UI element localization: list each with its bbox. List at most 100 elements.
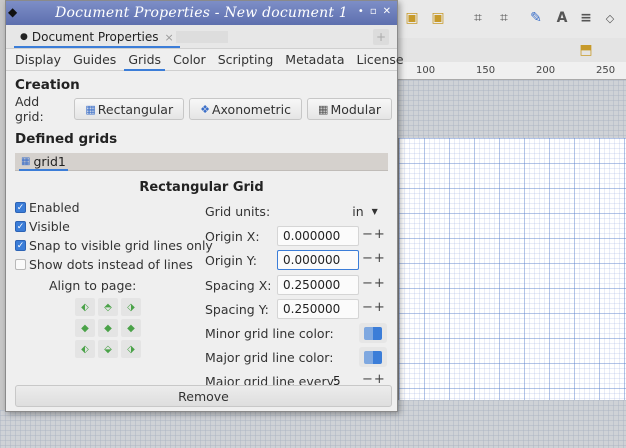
axonometric-grid-icon: ❖ <box>200 102 210 116</box>
rectangular-grid-icon: ▦ <box>21 155 31 167</box>
window-title: Document Properties - New document 1 <box>55 5 348 21</box>
canvas-commands-bar: ⬒ <box>398 38 626 62</box>
origin-y-stepper[interactable]: −+ <box>362 251 386 266</box>
tab-display[interactable]: Display <box>11 49 65 71</box>
dock-tab-bar: ● Document Properties × + <box>6 25 397 49</box>
snap-visible-checkbox[interactable]: ✓ Snap to visible grid lines only <box>15 238 213 253</box>
spacing-y-label: Spacing Y: <box>205 302 269 317</box>
align-top-center-icon[interactable]: ⬘ <box>98 298 118 316</box>
dock-tab-document-properties[interactable]: ● Document Properties × <box>14 28 180 48</box>
add-grid-label: Add grid: <box>15 94 44 124</box>
align-center-icon[interactable]: ◆ <box>98 319 118 337</box>
ruler-label: 150 <box>476 65 496 76</box>
show-dots-checkbox[interactable]: Show dots instead of lines <box>15 257 193 272</box>
snap-bbox-icon[interactable]: ⌗ <box>468 8 488 28</box>
dock-menu-icon[interactable]: + <box>373 29 389 45</box>
visible-checkbox[interactable]: ✓ Visible <box>15 219 70 234</box>
align-top-right-icon[interactable]: ⬗ <box>121 298 141 316</box>
origin-x-stepper[interactable]: −+ <box>362 227 386 242</box>
tab-color[interactable]: Color <box>169 49 210 71</box>
dock-tab-label: Document Properties <box>31 30 159 44</box>
snap-nodes-icon[interactable]: ⌗ <box>494 8 514 28</box>
lock-icon[interactable]: ⬒ <box>576 40 596 60</box>
enabled-checkbox[interactable]: ✓ Enabled <box>15 200 80 215</box>
origin-x-label: Origin X: <box>205 229 260 244</box>
spacing-y-stepper[interactable]: −+ <box>362 300 386 315</box>
close-icon[interactable]: ✕ <box>383 6 391 17</box>
major-color-label: Major grid line color: <box>205 350 334 365</box>
defined-grids-tabstrip: ▦ grid1 <box>15 153 388 171</box>
rectangular-grid-heading: Rectangular Grid <box>139 180 264 195</box>
properties-tabs: Display Guides Grids Color Scripting Met… <box>6 49 404 71</box>
xml-icon[interactable]: ◇ <box>600 8 620 28</box>
spacing-x-input[interactable]: 0.250000 <box>277 275 359 295</box>
minimize-icon[interactable]: • <box>358 6 364 17</box>
rectangular-grid-icon: ▦ <box>85 102 96 116</box>
grid-units-label: Grid units: <box>205 204 271 219</box>
tab-grids[interactable]: Grids <box>124 49 166 71</box>
origin-y-input[interactable]: 0.000000 <box>277 250 359 270</box>
defined-grids-heading: Defined grids <box>15 131 118 147</box>
minor-color-swatch <box>364 326 382 340</box>
lower-icon[interactable]: ▣ <box>428 8 448 28</box>
dock-tab-close-icon[interactable]: × <box>165 31 174 44</box>
grid-units-select[interactable]: in ▼ <box>341 200 389 222</box>
text-tool-icon[interactable]: A <box>552 8 572 28</box>
add-modular-grid-button[interactable]: ▦ Modular <box>307 98 392 120</box>
origin-x-input[interactable]: 0.000000 <box>277 226 359 246</box>
checkbox-label: Snap to visible grid lines only <box>29 238 213 253</box>
tab-metadata[interactable]: Metadata <box>281 49 348 71</box>
raise-icon[interactable]: ▣ <box>402 8 422 28</box>
align-bottom-left-icon[interactable]: ⬖ <box>75 340 95 358</box>
origin-y-label: Origin Y: <box>205 253 257 268</box>
ruler-label: 250 <box>596 65 616 76</box>
checkbox-checked-icon: ✓ <box>15 202 26 213</box>
checkbox-checked-icon: ✓ <box>15 240 26 251</box>
document-properties-dialog: ◆ Document Properties - New document 1 •… <box>5 0 404 412</box>
dock-tab-placeholder <box>176 31 228 43</box>
checkbox-unchecked-icon <box>15 259 26 270</box>
canvas-desk-area <box>398 80 626 138</box>
ruler-label: 200 <box>536 65 556 76</box>
minor-color-button[interactable] <box>359 323 387 343</box>
minor-color-label: Minor grid line color: <box>205 326 334 341</box>
add-axonometric-grid-button[interactable]: ❖ Axonometric <box>189 98 303 120</box>
horizontal-ruler: 100 150 200 250 <box>398 62 626 80</box>
align-icon[interactable]: ≡ <box>576 8 596 28</box>
align-to-page-grid: ⬖ ⬘ ⬗ ◆ ◆ ◆ ⬖ ⬙ ⬗ <box>75 298 141 358</box>
spacing-y-input[interactable]: 0.250000 <box>277 299 359 319</box>
checkbox-label: Visible <box>29 219 70 234</box>
button-label: Axonometric <box>211 101 292 117</box>
align-middle-left-icon[interactable]: ◆ <box>75 319 95 337</box>
grid-units-value: in <box>352 203 364 219</box>
major-color-button[interactable] <box>359 347 387 367</box>
tab-scripting[interactable]: Scripting <box>214 49 278 71</box>
title-bar[interactable]: ◆ Document Properties - New document 1 •… <box>6 1 397 25</box>
spacing-x-label: Spacing X: <box>205 278 272 293</box>
tab-license[interactable]: License <box>353 49 408 71</box>
grid-tab-label: grid1 <box>33 153 66 169</box>
modular-grid-icon: ▦ <box>318 102 329 116</box>
spacing-x-stepper[interactable]: −+ <box>362 276 386 291</box>
canvas-page-grid[interactable] <box>398 138 626 400</box>
button-label: Modular <box>330 101 381 117</box>
align-bottom-center-icon[interactable]: ⬙ <box>98 340 118 358</box>
window-controls: • ▫ ✕ <box>358 6 391 17</box>
tab-guides[interactable]: Guides <box>69 49 120 71</box>
align-to-page-label: Align to page: <box>49 278 137 293</box>
checkbox-label: Show dots instead of lines <box>29 257 193 272</box>
align-middle-right-icon[interactable]: ◆ <box>121 319 141 337</box>
add-grid-row: Add grid: ▦ Rectangular ❖ Axonometric ▦ … <box>6 94 397 124</box>
button-label: Rectangular <box>97 101 174 117</box>
canvas-desk-area-left <box>0 410 398 448</box>
align-top-left-icon[interactable]: ⬖ <box>75 298 95 316</box>
major-color-swatch <box>364 350 382 364</box>
checkbox-checked-icon: ✓ <box>15 221 26 232</box>
xml-editor-icon[interactable]: ✎ <box>526 8 546 28</box>
document-properties-icon: ● <box>20 32 28 42</box>
maximize-icon[interactable]: ▫ <box>370 6 377 17</box>
grid-tab-grid1[interactable]: ▦ grid1 <box>19 153 68 171</box>
add-rectangular-grid-button[interactable]: ▦ Rectangular <box>74 98 185 120</box>
remove-grid-button[interactable]: Remove <box>15 385 392 407</box>
align-bottom-right-icon[interactable]: ⬗ <box>121 340 141 358</box>
